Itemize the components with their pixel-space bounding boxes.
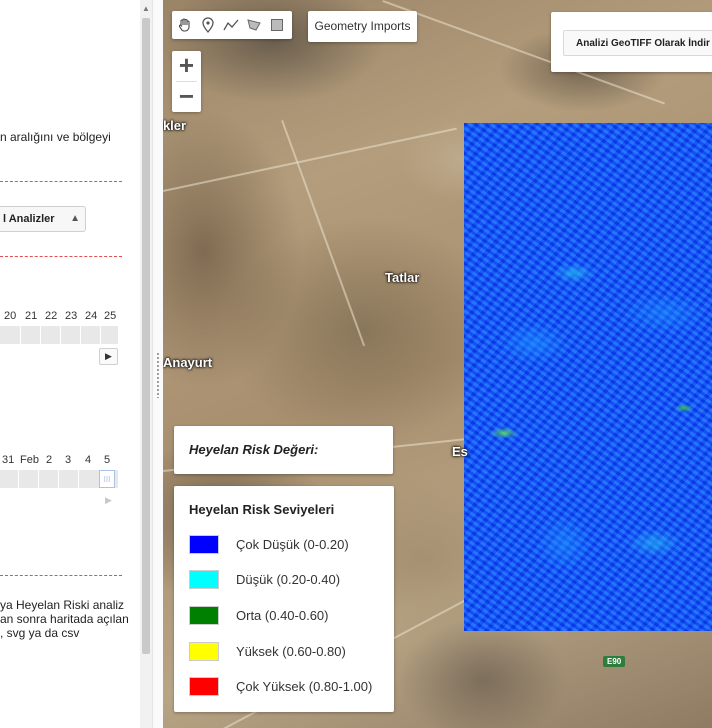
legend-swatch <box>189 642 219 661</box>
timeline-labels: 20 21 22 23 24 25 <box>0 310 122 324</box>
left-panel: n aralığını ve bölgeyi l Analizler ▲ 20 … <box>0 0 140 728</box>
timeline-play-button[interactable]: ▶ <box>99 348 118 365</box>
scroll-thumb[interactable] <box>142 18 150 654</box>
intro-text: n aralığını ve bölgeyi <box>0 130 111 144</box>
risk-value-title: Heyelan Risk Değeri: <box>189 442 319 457</box>
legend-swatch <box>189 606 219 625</box>
timeline-label: 5 <box>104 454 111 466</box>
timeline-handle[interactable]: III <box>99 470 115 488</box>
timeline-label: 2 <box>46 454 53 466</box>
place-label: Anayurt <box>163 355 213 370</box>
download-geotiff-panel: Analizi GeoTIFF Olarak İndir <box>551 12 712 72</box>
legend-title: Heyelan Risk Seviyeleri <box>189 502 335 517</box>
timeline-label: 22 <box>45 310 58 322</box>
marker-icon[interactable] <box>197 14 219 36</box>
timeline-label: 4 <box>85 454 92 466</box>
timeline-labels: 31 Feb 2 3 4 5 <box>0 454 122 468</box>
line-icon[interactable] <box>220 14 242 36</box>
timeline-track[interactable] <box>0 326 118 344</box>
timeline-label: Feb <box>20 454 39 466</box>
risk-legend: Heyelan Risk Seviyeleri Çok Düşük (0-0.2… <box>174 486 394 712</box>
section-divider <box>0 256 122 257</box>
section-divider <box>0 181 122 182</box>
analysis-select-value: l Analizler <box>3 213 55 225</box>
select-arrows-icon: ▲ <box>70 213 80 224</box>
place-label: ökler <box>163 118 187 133</box>
footer-text-line: an sonra haritada açılan <box>0 612 129 626</box>
timeline-label: 21 <box>25 310 38 322</box>
drag-handle-icon[interactable] <box>156 352 160 398</box>
timeline-label: 20 <box>4 310 17 322</box>
rectangle-icon[interactable] <box>266 14 288 36</box>
hand-icon[interactable] <box>174 14 196 36</box>
timeline-label: 3 <box>65 454 72 466</box>
legend-label: Düşük (0.20-0.40) <box>236 572 341 587</box>
scroll-up-icon[interactable]: ▲ <box>142 4 150 13</box>
timeline-label: 23 <box>65 310 78 322</box>
risk-value-panel: Heyelan Risk Değeri: <box>174 426 393 474</box>
legend-swatch <box>189 535 219 554</box>
road-shield: E90 <box>603 656 626 667</box>
analysis-select[interactable]: l Analizler ▲ <box>0 206 86 232</box>
zoom-out-button[interactable]: − <box>172 82 201 112</box>
timeline-label: 31 <box>2 454 15 466</box>
drawing-toolbar <box>172 11 292 39</box>
zoom-control: + − <box>172 51 201 112</box>
geometry-imports-button[interactable]: Geometry Imports <box>308 11 417 42</box>
footer-text-line: ya Heyelan Riski analiz <box>0 598 125 612</box>
panel-scrollbar[interactable]: ▲ <box>140 0 152 728</box>
download-geotiff-button[interactable]: Analizi GeoTIFF Olarak İndir <box>563 30 712 56</box>
legend-swatch <box>189 570 219 589</box>
landslide-risk-layer <box>464 123 712 631</box>
zoom-in-button[interactable]: + <box>172 51 201 81</box>
legend-label: Çok Düşük (0-0.20) <box>236 537 349 552</box>
timeline-play-button[interactable]: ▶ <box>99 492 118 509</box>
place-label: Es <box>452 444 468 459</box>
timeline-label: 24 <box>85 310 98 322</box>
legend-label: Yüksek (0.60-0.80) <box>236 644 346 659</box>
footer-text-line: , svg ya da csv <box>0 626 80 640</box>
timeline-label: 25 <box>104 310 117 322</box>
polygon-icon[interactable] <box>243 14 265 36</box>
legend-label: Çok Yüksek (0.80-1.00) <box>236 679 373 694</box>
section-divider <box>0 575 122 576</box>
place-label: Tatlar <box>385 270 420 285</box>
legend-label: Orta (0.40-0.60) <box>236 608 329 623</box>
legend-swatch <box>189 677 219 696</box>
